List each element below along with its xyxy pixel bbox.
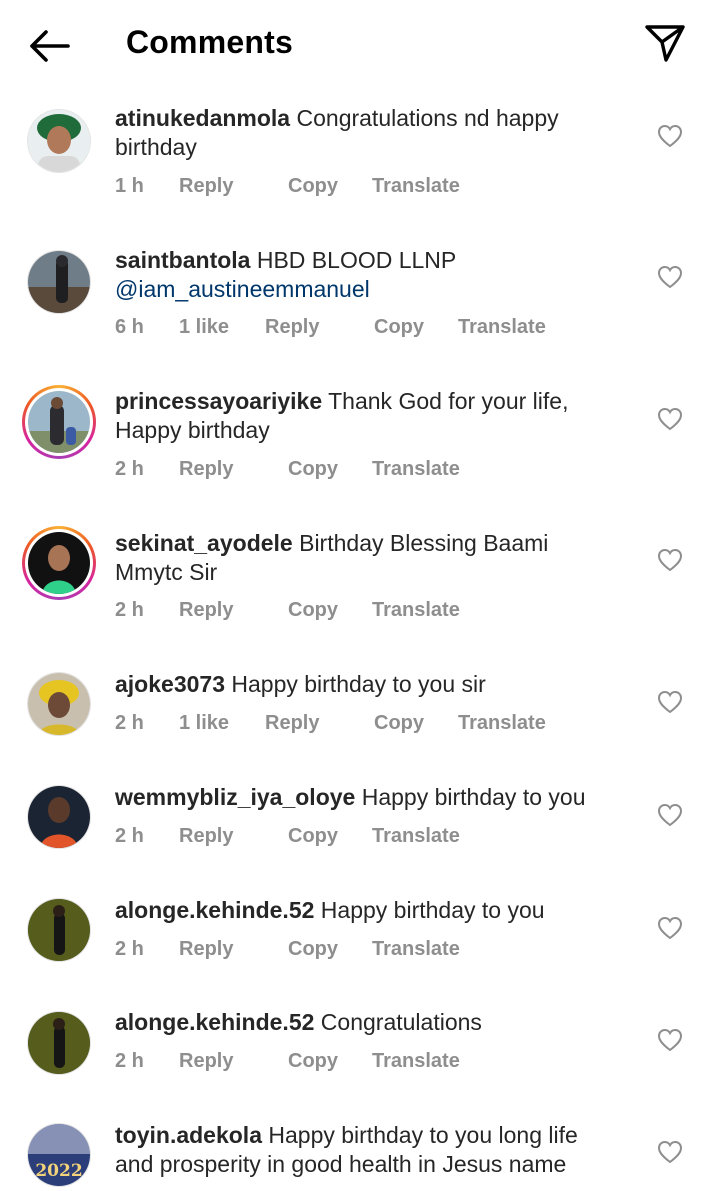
comment-username[interactable]: sekinat_ayodele <box>115 530 293 556</box>
comment-time: 1 h <box>115 175 144 197</box>
heart-icon[interactable] <box>657 407 683 431</box>
translate-button[interactable]: Translate <box>458 712 546 735</box>
comment-text: HBD BLOOD LLNP <box>256 247 457 273</box>
comment-text: Congratulations <box>320 1009 482 1035</box>
reply-button[interactable]: Reply <box>179 938 233 961</box>
profile-photo <box>28 110 90 172</box>
copy-button[interactable]: Copy <box>288 458 338 481</box>
comment-text: Happy birthday to you <box>361 784 586 810</box>
copy-button[interactable]: Copy <box>374 712 424 735</box>
likes-count[interactable]: 1 like <box>179 712 229 735</box>
comment-time: 2 h <box>115 825 144 847</box>
comment-time: 2 h <box>115 712 144 734</box>
comment-username[interactable]: princessayoariyike <box>115 388 322 414</box>
translate-button[interactable]: Translate <box>372 175 460 198</box>
reply-button[interactable]: Reply <box>265 712 319 735</box>
profile-photo <box>28 899 90 961</box>
copy-button[interactable]: Copy <box>288 825 338 848</box>
translate-button[interactable]: Translate <box>372 599 460 622</box>
heart-icon[interactable] <box>657 916 683 940</box>
translate-button[interactable]: Translate <box>372 825 460 848</box>
heart-icon[interactable] <box>657 1140 683 1164</box>
comment-time: 2 h <box>115 938 144 960</box>
reply-button[interactable]: Reply <box>179 175 233 198</box>
profile-photo <box>28 673 90 735</box>
copy-button[interactable]: Copy <box>288 938 338 961</box>
comment-username[interactable]: atinukedanmola <box>115 105 290 131</box>
avatar[interactable]: 2022 <box>24 1120 94 1190</box>
copy-button[interactable]: Copy <box>288 599 338 622</box>
copy-button[interactable]: Copy <box>288 1050 338 1073</box>
copy-button[interactable]: Copy <box>288 175 338 198</box>
translate-button[interactable]: Translate <box>372 458 460 481</box>
profile-photo <box>28 251 90 313</box>
heart-icon[interactable] <box>657 1028 683 1052</box>
reply-button[interactable]: Reply <box>265 316 319 339</box>
comment-text: Happy birthday to you <box>320 897 545 923</box>
heart-icon[interactable] <box>657 265 683 289</box>
translate-button[interactable]: Translate <box>458 316 546 339</box>
comment-username[interactable]: ajoke3073 <box>115 671 225 697</box>
comment-username[interactable]: saintbantola <box>115 247 250 273</box>
comment-text: Happy birthday to you sir <box>231 671 486 697</box>
avatar[interactable] <box>24 669 94 739</box>
reply-button[interactable]: Reply <box>179 458 233 481</box>
avatar[interactable] <box>24 106 94 176</box>
profile-photo <box>28 786 90 848</box>
comment-username[interactable]: toyin.adekola <box>115 1122 262 1148</box>
heart-icon[interactable] <box>657 690 683 714</box>
reply-button[interactable]: Reply <box>179 825 233 848</box>
comment-time: 2 h <box>115 599 144 621</box>
heart-icon[interactable] <box>657 803 683 827</box>
comment-username[interactable]: wemmybliz_iya_oloye <box>115 784 355 810</box>
reply-button[interactable]: Reply <box>179 1050 233 1073</box>
reply-button[interactable]: Reply <box>179 599 233 622</box>
avatar[interactable] <box>24 895 94 965</box>
translate-button[interactable]: Translate <box>372 1050 460 1073</box>
profile-photo <box>28 532 90 594</box>
avatar[interactable] <box>22 385 96 459</box>
translate-button[interactable]: Translate <box>372 938 460 961</box>
avatar[interactable] <box>24 782 94 852</box>
heart-icon[interactable] <box>657 548 683 572</box>
comment-time: 6 h <box>115 316 144 338</box>
back-arrow-icon[interactable] <box>26 24 72 68</box>
comment-username[interactable]: alonge.kehinde.52 <box>115 897 314 923</box>
likes-count[interactable]: 1 like <box>179 316 229 339</box>
direct-send-icon[interactable] <box>642 20 688 66</box>
profile-photo <box>28 1012 90 1074</box>
comment-username[interactable]: alonge.kehinde.52 <box>115 1009 314 1035</box>
avatar-year-text: 2022 <box>35 1161 82 1181</box>
header-bar: Comments <box>0 0 720 90</box>
comment-time: 2 h <box>115 458 144 480</box>
avatar[interactable] <box>24 1008 94 1078</box>
comment-mention-link[interactable]: @iam_austineemmanuel <box>115 276 370 302</box>
avatar[interactable] <box>22 526 96 600</box>
copy-button[interactable]: Copy <box>374 316 424 339</box>
profile-photo <box>28 391 90 453</box>
avatar[interactable] <box>24 247 94 317</box>
page-title: Comments <box>126 24 293 60</box>
comment-time: 2 h <box>115 1050 144 1072</box>
profile-photo: 2022 <box>28 1124 90 1186</box>
heart-icon[interactable] <box>657 124 683 148</box>
